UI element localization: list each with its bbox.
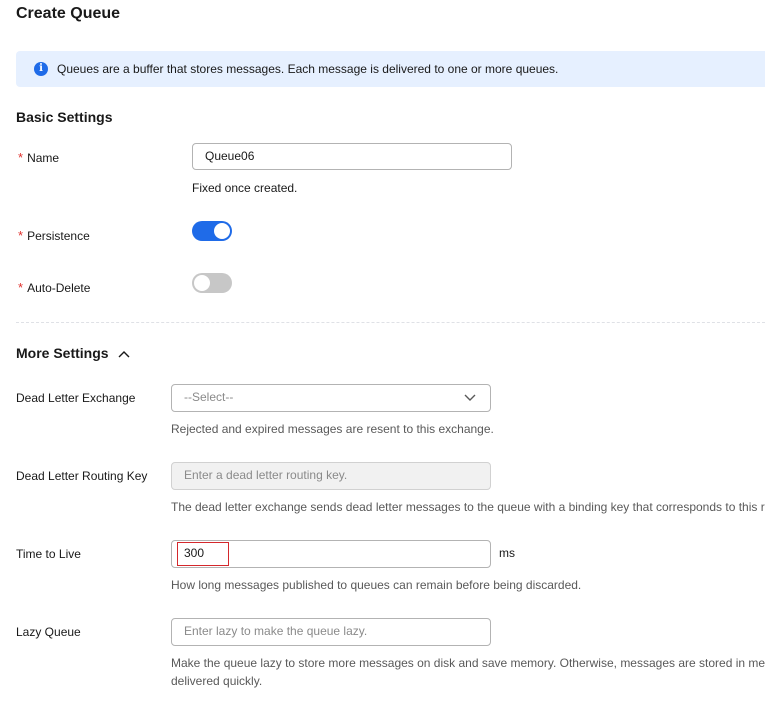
chevron-down-icon [464,394,476,401]
name-input[interactable]: Queue06 [192,143,512,170]
time-to-live-unit: ms [499,546,515,560]
auto-delete-toggle[interactable] [192,273,232,293]
basic-settings-heading: Basic Settings [16,109,113,125]
name-hint: Fixed once created. [192,181,298,195]
info-banner-text: Queues are a buffer that stores messages… [57,62,559,76]
dead-letter-routing-key-hint: The dead letter exchange sends dead lett… [171,500,765,514]
persistence-label: * Persistence [18,228,90,243]
required-asterisk: * [18,280,24,295]
more-settings-toggle[interactable]: More Settings [16,345,130,361]
lazy-queue-label: Lazy Queue [16,625,81,639]
dead-letter-routing-key-input[interactable]: Enter a dead letter routing key. [171,462,491,490]
dead-letter-exchange-label: Dead Letter Exchange [16,391,136,405]
toggle-knob [214,223,230,239]
time-to-live-highlight [177,542,229,566]
lazy-queue-placeholder: Enter lazy to make the queue lazy. [184,624,368,638]
lazy-queue-input[interactable]: Enter lazy to make the queue lazy. [171,618,491,646]
more-settings-heading: More Settings [16,345,109,361]
dead-letter-routing-key-placeholder: Enter a dead letter routing key. [184,468,348,482]
name-label-text: Name [27,151,60,165]
auto-delete-label: * Auto-Delete [18,280,90,295]
lazy-queue-hint-line2: delivered quickly. [171,674,263,688]
info-banner: i Queues are a buffer that stores messag… [16,51,765,87]
time-to-live-label: Time to Live [16,547,81,561]
dead-letter-exchange-selected: --Select-- [184,390,234,404]
required-asterisk: * [18,228,24,243]
lazy-queue-hint-line1: Make the queue lazy to store more messag… [171,656,765,670]
persistence-label-text: Persistence [27,229,90,243]
required-asterisk: * [18,150,24,165]
dead-letter-exchange-hint: Rejected and expired messages are resent… [171,422,494,436]
chevron-up-icon [118,351,130,358]
section-divider [16,322,765,323]
auto-delete-label-text: Auto-Delete [27,281,91,295]
page-title: Create Queue [16,5,121,22]
persistence-toggle[interactable] [192,221,232,241]
toggle-knob [194,275,210,291]
dead-letter-routing-key-label: Dead Letter Routing Key [16,469,148,483]
time-to-live-hint: How long messages published to queues ca… [171,578,582,592]
name-label: * Name [18,150,59,165]
info-icon: i [34,62,48,76]
dead-letter-exchange-select[interactable]: --Select-- [171,384,491,412]
